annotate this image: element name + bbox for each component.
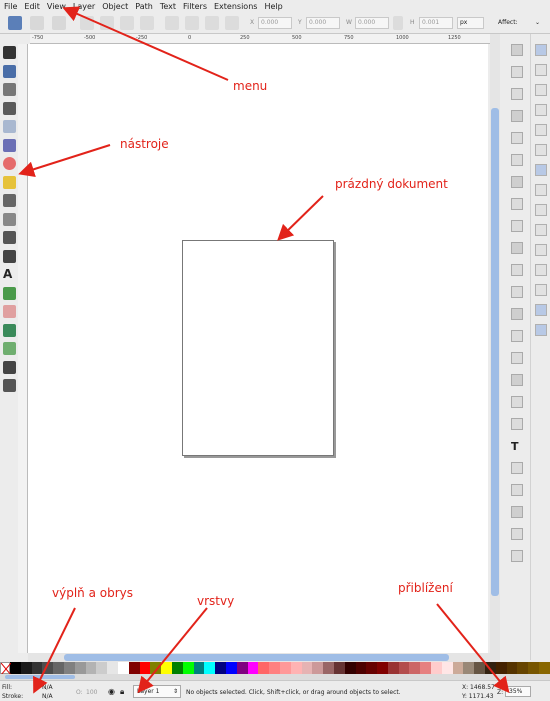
- fill-stroke-arrow: [33, 607, 76, 694]
- zoom-arrow: [436, 603, 510, 694]
- annotation-zoom: přiblížení: [398, 581, 453, 595]
- layers-arrow: [137, 607, 208, 694]
- document-arrow: [277, 195, 324, 241]
- annotation-fill-stroke: výplň a obrys: [52, 586, 133, 600]
- annotation-layers: vrstvy: [197, 594, 235, 608]
- tools-arrow: [18, 144, 111, 177]
- menu-arrow: [62, 6, 229, 81]
- annotation-menu: menu: [233, 79, 268, 93]
- annotation-tools: nástroje: [120, 137, 169, 151]
- annotation-document: prázdný dokument: [335, 177, 448, 191]
